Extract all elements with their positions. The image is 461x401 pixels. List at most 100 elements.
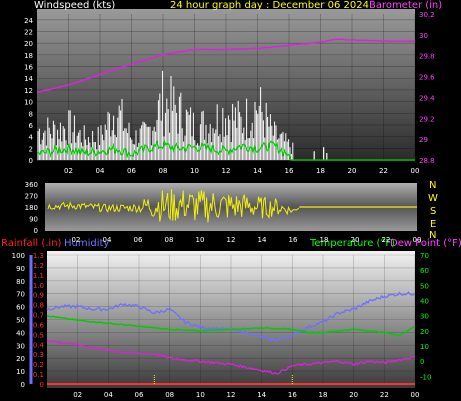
humidity-tick-label: 50 xyxy=(16,317,25,325)
compass-letter: S xyxy=(430,206,436,217)
compass-letters: N W S E N xyxy=(428,180,438,241)
wind-tick-label: 24 xyxy=(24,17,33,25)
direction-x-tick-label: 00 xyxy=(413,236,422,244)
direction-x-tick-label: 14 xyxy=(258,236,267,244)
bottom-x-tick-label: 02 xyxy=(73,391,82,399)
direction-x-tick-label: 04 xyxy=(103,236,112,244)
wind-tick-label: 12 xyxy=(24,87,33,95)
bottom-x-tick-label: 06 xyxy=(135,391,144,399)
baro-tick-label: 28.8 xyxy=(419,157,435,165)
rain-tick-label: 0.2 xyxy=(33,361,44,369)
temp-tick-label: -10 xyxy=(420,373,431,381)
baro-tick-label: 29.8 xyxy=(419,53,435,61)
bottom-x-tick-label: 12 xyxy=(227,391,236,399)
bottom-x-tick-label: 20 xyxy=(349,391,358,399)
direction-x-tick-label: 16 xyxy=(289,236,298,244)
wind-tick-label: 2 xyxy=(29,145,33,153)
wind-tick-label: 0 xyxy=(29,157,33,165)
rain-tick-label: 1.3 xyxy=(33,252,44,260)
direction-tick-label: 360 xyxy=(25,181,38,189)
humidity-tick-label: 10 xyxy=(16,368,25,376)
baro-tick-label: 30 xyxy=(419,32,428,40)
humidity-tick-label: 20 xyxy=(16,355,25,363)
wind-x-tick-label: 04 xyxy=(96,167,105,175)
rain-tick-label: 0.6 xyxy=(33,321,45,329)
dewpoint-label: Dew Point (°F) xyxy=(390,238,461,249)
baro-tick-label: 29 xyxy=(419,136,428,144)
bottom-x-tick-label: 00 xyxy=(411,391,420,399)
temp-tick-label: 10 xyxy=(420,343,429,351)
wind-x-tick-label: 12 xyxy=(222,167,231,175)
wind-x-tick-label: 20 xyxy=(348,167,357,175)
temp-tick-label: 0 xyxy=(420,358,424,366)
wind-x-tick-label: 14 xyxy=(253,167,262,175)
direction-x-tick-label: 08 xyxy=(165,236,174,244)
wind-x-tick-label: 16 xyxy=(285,167,294,175)
compass-letter: W xyxy=(428,193,438,204)
direction-tick-label: 90 xyxy=(29,216,38,224)
wind-x-tick-label: 02 xyxy=(64,167,73,175)
wind-tick-label: 8 xyxy=(29,110,33,118)
wind-tick-label: 14 xyxy=(24,75,33,83)
compass-letter: E xyxy=(430,219,436,230)
wind-x-tick-label: 10 xyxy=(190,167,199,175)
humidity-tick-label: 90 xyxy=(16,265,25,273)
temp-tick-label: 20 xyxy=(420,328,429,336)
compass-letter: N xyxy=(429,230,436,241)
rain-tick-label: 0.3 xyxy=(33,351,44,359)
rain-tick-label: 0.1 xyxy=(33,371,44,379)
direction-tick-label: 0 xyxy=(34,227,38,235)
wind-x-tick-label: 08 xyxy=(159,167,168,175)
baro-tick-label: 30.2 xyxy=(419,11,435,19)
baro-tick-label: 29.4 xyxy=(419,94,435,102)
humidity-tick-label: 40 xyxy=(16,329,25,337)
humidity-tick-label: 30 xyxy=(16,342,25,350)
barometer-label: Barometer (in) xyxy=(369,0,442,11)
wind-x-tick-label: 22 xyxy=(379,167,388,175)
rain-tick-label: 0.4 xyxy=(33,341,45,349)
rain-tick-label: 0.9 xyxy=(33,292,44,300)
temp-tick-label: 30 xyxy=(420,313,429,321)
temp-tick-label: 40 xyxy=(420,298,429,306)
wind-tick-label: 4 xyxy=(29,134,34,142)
bottom-x-tick-label: 22 xyxy=(380,391,389,399)
bottom-x-tick-label: 16 xyxy=(288,391,297,399)
rain-tick-label: 1.1 xyxy=(33,272,44,280)
humidity-tick-label: 80 xyxy=(16,278,25,286)
direction-x-tick-label: 12 xyxy=(227,236,236,244)
rain-tick-label: 0.8 xyxy=(33,302,44,310)
humidity-tick-label: 60 xyxy=(16,304,25,312)
temp-tick-label: 60 xyxy=(420,267,429,275)
windspeed-label: Windspeed (kts) xyxy=(34,0,115,11)
wind-x-tick-label: 06 xyxy=(127,167,136,175)
humidity-tick-label: 100 xyxy=(12,252,25,260)
direction-x-tick-label: 22 xyxy=(382,236,391,244)
rainfall-label: Rainfall (.in) xyxy=(1,238,62,249)
bottom-x-tick-label: 18 xyxy=(319,391,328,399)
wind-x-tick-label: 00 xyxy=(411,167,420,175)
rain-tick-label: 0 xyxy=(40,381,44,389)
direction-x-tick-label: 10 xyxy=(196,236,205,244)
humidity-tick-label: 70 xyxy=(16,291,25,299)
bottom-x-tick-label: 08 xyxy=(165,391,174,399)
temp-tick-label: 70 xyxy=(420,252,429,260)
rain-tick-label: 1.0 xyxy=(33,282,44,290)
bottom-x-tick-label: 14 xyxy=(257,391,266,399)
direction-tick-label: 270 xyxy=(25,193,38,201)
direction-tick-label: 180 xyxy=(25,204,38,212)
baro-tick-label: 29.6 xyxy=(419,74,435,82)
bottom-x-tick-label: 04 xyxy=(104,391,113,399)
wind-tick-label: 16 xyxy=(24,64,33,72)
wind-tick-label: 20 xyxy=(24,40,33,48)
direction-x-tick-label: 06 xyxy=(134,236,143,244)
direction-x-tick-label: 02 xyxy=(72,236,81,244)
compass-letter: N xyxy=(429,180,436,191)
wind-tick-label: 10 xyxy=(24,99,33,107)
rain-tick-label: 0.5 xyxy=(33,331,44,339)
wind-x-tick-label: 18 xyxy=(316,167,325,175)
bottom-x-tick-label: 10 xyxy=(196,391,205,399)
humidity-tick-label: 0 xyxy=(21,381,25,389)
wind-tick-label: 18 xyxy=(24,52,33,60)
direction-x-tick-label: 20 xyxy=(351,236,360,244)
date-title: 24 hour graph day : December 06 2024 xyxy=(170,0,369,11)
